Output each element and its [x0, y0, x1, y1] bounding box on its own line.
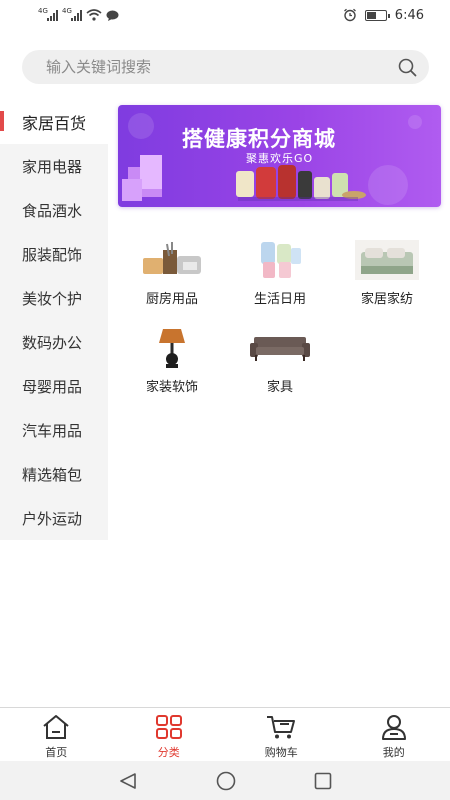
sofa-icon — [247, 326, 313, 370]
battery-icon — [364, 9, 390, 21]
back-icon[interactable] — [118, 772, 138, 790]
sidebar-item-label: 汽车用品 — [22, 421, 83, 440]
sidebar-item-appliances[interactable]: 家用电器 — [0, 144, 108, 188]
battery-fill — [366, 11, 376, 19]
recents-icon[interactable] — [314, 772, 332, 790]
tab-label: 首页 — [45, 746, 68, 759]
category-daily-goods[interactable]: 生活日用 — [235, 238, 325, 307]
sidebar-item-digital-office[interactable]: 数码办公 — [0, 320, 108, 364]
sidebar-item-baby[interactable]: 母婴用品 — [0, 364, 108, 408]
sidebar-item-beauty[interactable]: 美妆个护 — [0, 276, 108, 320]
lamp-icon — [139, 326, 205, 370]
search-bar[interactable] — [22, 50, 429, 84]
status-left: 4G 4G — [38, 6, 119, 21]
message-icon — [106, 10, 119, 21]
category-kitchenware[interactable]: 厨房用品 — [127, 238, 217, 307]
category-label: 家装软饰 — [145, 380, 198, 395]
kitchenware-icon — [139, 238, 205, 282]
sidebar-item-apparel[interactable]: 服装配饰 — [0, 232, 108, 276]
cell-signal-icon-2: 4G — [62, 6, 82, 21]
user-icon — [381, 715, 406, 740]
sidebar-item-label: 食品酒水 — [22, 201, 83, 220]
category-label: 生活日用 — [253, 292, 306, 307]
tab-cart[interactable]: 购物车 — [225, 708, 338, 761]
tab-label: 我的 — [382, 746, 405, 759]
category-label: 家居家纺 — [360, 292, 413, 307]
network-type-label-2: 4G — [62, 6, 72, 15]
category-soft-decor[interactable]: 家装软饰 — [127, 326, 217, 395]
banner-title: 搭健康积分商城 — [182, 127, 336, 151]
sidebar-item-label: 精选箱包 — [22, 465, 83, 484]
tab-profile[interactable]: 我的 — [338, 708, 450, 761]
home-circle-icon[interactable] — [216, 771, 236, 791]
cell-signal-icon: 4G — [38, 6, 58, 21]
tab-label: 分类 — [157, 746, 180, 759]
sidebar-item-label: 美妆个护 — [22, 289, 83, 308]
search-input[interactable] — [46, 58, 397, 76]
banner-subtitle: 聚惠欢乐GO — [246, 152, 314, 165]
sidebar-item-bags[interactable]: 精选箱包 — [0, 452, 108, 496]
bottom-tab-bar: 首页 分类 购物车 我的 — [0, 707, 450, 761]
network-type-label: 4G — [38, 6, 48, 15]
sidebar-item-food-drinks[interactable]: 食品酒水 — [0, 188, 108, 232]
sidebar-item-label: 家居百货 — [22, 114, 87, 133]
daily-goods-icon — [247, 238, 313, 282]
sidebar-item-label: 母婴用品 — [22, 377, 83, 396]
tab-home[interactable]: 首页 — [0, 708, 113, 761]
status-right: 6:46 — [343, 8, 424, 23]
alarm-icon — [343, 8, 356, 22]
status-time: 6:46 — [394, 7, 424, 23]
wifi-icon — [86, 9, 102, 21]
home-icon — [43, 715, 69, 739]
search-icon[interactable] — [397, 57, 417, 77]
category-furniture[interactable]: 家具 — [235, 326, 325, 395]
sidebar-item-outdoor[interactable]: 户外运动 — [0, 496, 108, 540]
category-label: 厨房用品 — [145, 292, 198, 307]
bedding-icon — [354, 238, 420, 282]
cart-icon — [267, 716, 296, 739]
sidebar-item-car[interactable]: 汽车用品 — [0, 408, 108, 452]
sidebar-item-label: 数码办公 — [22, 333, 83, 352]
status-bar: 4G 4G 6:46 — [0, 0, 450, 30]
category-bedding[interactable]: 家居家纺 — [342, 238, 432, 307]
category-grid-icon — [155, 715, 182, 739]
sidebar-item-home-goods[interactable]: 家居百货 — [0, 100, 108, 144]
sidebar-item-label: 服装配饰 — [22, 245, 83, 264]
sidebar-item-label: 家用电器 — [22, 157, 83, 176]
tab-category[interactable]: 分类 — [113, 708, 226, 761]
category-sidebar: 家居百货 家用电器 食品酒水 服装配饰 美妆个护 数码办公 母婴用品 汽车用品 … — [0, 100, 108, 540]
promo-banner[interactable]: 搭健康积分商城 聚惠欢乐GO — [118, 105, 441, 207]
category-label: 家具 — [266, 380, 293, 395]
system-navigation-bar — [0, 761, 450, 800]
tab-label: 购物车 — [264, 746, 298, 759]
sidebar-item-label: 户外运动 — [22, 509, 83, 528]
